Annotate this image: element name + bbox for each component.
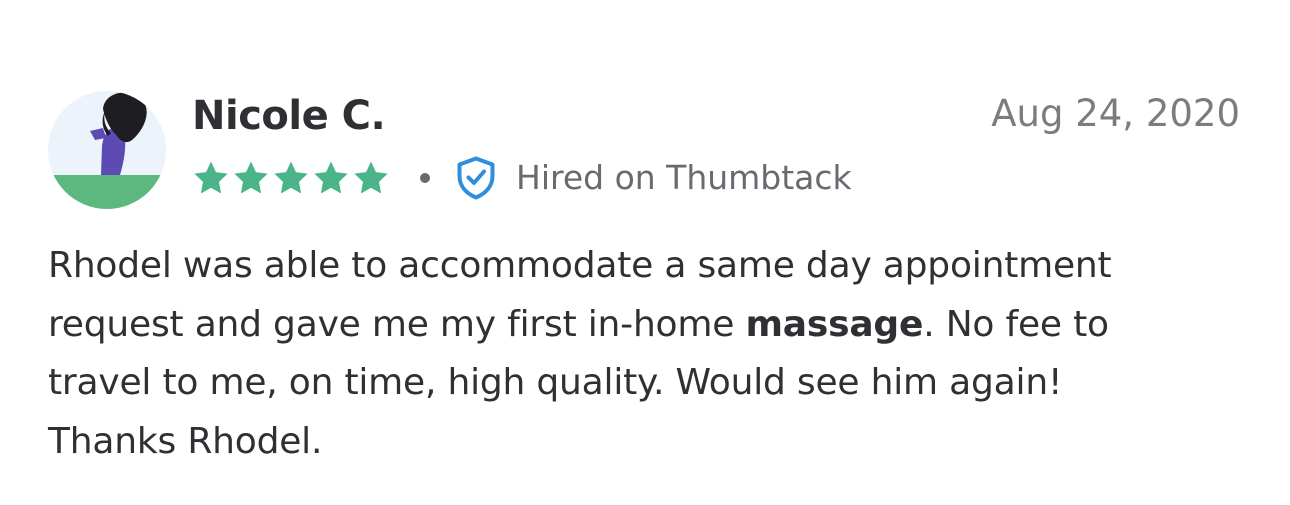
review-text-segment: request and gave me my first in-home — [48, 303, 746, 345]
review-text-segment: . No fee to — [923, 303, 1109, 345]
review-text-line: Thanks Rhodel. — [48, 420, 323, 462]
avatar-illustration — [48, 91, 166, 209]
separator-dot — [420, 173, 430, 183]
avatar — [48, 91, 166, 209]
review-text-line: travel to me, on time, high quality. Wou… — [48, 362, 1063, 403]
review-text: Rhodel was able to accommodate a same da… — [48, 237, 1248, 471]
review-date: Aug 24, 2020 — [991, 92, 1240, 135]
star-icon — [234, 161, 268, 194]
highlighted-keyword: massage — [745, 303, 924, 345]
review-text-line: request and gave me my first in-home mas… — [48, 296, 1248, 355]
shield-check-icon — [457, 156, 495, 200]
star-rating — [192, 159, 390, 197]
star-icon — [314, 161, 348, 194]
hired-on-thumbtack-label: Hired on Thumbtack — [516, 158, 852, 197]
star-icon — [274, 161, 308, 194]
review-text-line: Rhodel was able to accommodate a same da… — [48, 245, 1112, 286]
review-card: Nicole C. Aug 24, 2020 Hired on Thumbtac… — [0, 0, 1290, 505]
star-icon — [354, 161, 388, 194]
reviewer-name: Nicole C. — [192, 93, 386, 139]
star-icon — [194, 161, 228, 194]
review-meta-row: Hired on Thumbtack — [192, 152, 852, 204]
